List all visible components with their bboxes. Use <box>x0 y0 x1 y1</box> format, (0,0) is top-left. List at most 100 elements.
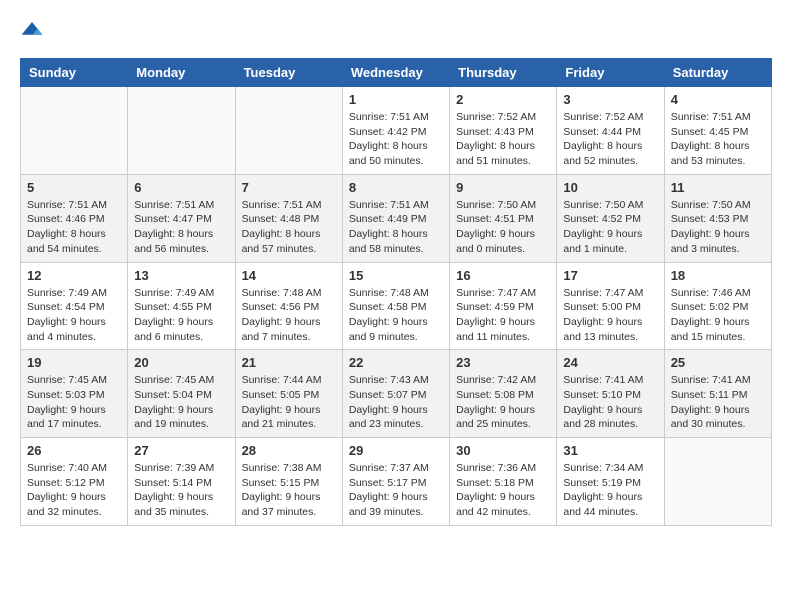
calendar-cell: 25Sunrise: 7:41 AM Sunset: 5:11 PM Dayli… <box>664 350 771 438</box>
calendar-cell: 24 Sunrise: 7:41 AM Sunset: 5:10 PM Dayli… <box>557 350 664 438</box>
logo-icon <box>20 20 44 40</box>
day-info: Sunrise: 7:52 AM Sunset: 4:44 PM Dayligh… <box>563 110 657 169</box>
day-number: 26 <box>27 443 121 458</box>
day-number: 17 <box>563 268 657 283</box>
calendar-cell <box>128 87 235 175</box>
day-number: 3 <box>563 92 657 107</box>
day-info: Sunrise: 7:38 AM Sunset: 5:15 PM Dayligh… <box>242 461 336 520</box>
day-info: Sunrise: 7:50 AM Sunset: 4:52 PM Dayligh… <box>563 198 657 257</box>
calendar-table: SundayMondayTuesdayWednesdayThursdayFrid… <box>20 58 772 526</box>
day-info: Sunrise: 7:34 AM Sunset: 5:19 PM Dayligh… <box>563 461 657 520</box>
calendar-cell: 12 Sunrise: 7:49 AM Sunset: 4:54 PM Dayli… <box>21 262 128 350</box>
calendar-cell: 1 Sunrise: 7:51 AM Sunset: 4:42 PM Daylig… <box>342 87 449 175</box>
col-header-thursday: Thursday <box>450 59 557 87</box>
calendar-cell: 8 Sunrise: 7:51 AM Sunset: 4:49 PM Daylig… <box>342 174 449 262</box>
day-info: Sunrise: 7:51 AM Sunset: 4:47 PM Dayligh… <box>134 198 228 257</box>
day-info: Sunrise: 7:48 AM Sunset: 4:58 PM Dayligh… <box>349 286 443 345</box>
day-number: 6 <box>134 180 228 195</box>
day-number: 27 <box>134 443 228 458</box>
day-number: 10 <box>563 180 657 195</box>
day-number: 16 <box>456 268 550 283</box>
calendar-cell: 15 Sunrise: 7:48 AM Sunset: 4:58 PM Dayli… <box>342 262 449 350</box>
day-info: Sunrise: 7:47 AM Sunset: 5:00 PM Dayligh… <box>563 286 657 345</box>
col-header-tuesday: Tuesday <box>235 59 342 87</box>
calendar-cell: 2 Sunrise: 7:52 AM Sunset: 4:43 PM Daylig… <box>450 87 557 175</box>
day-info: Sunrise: 7:50 AM Sunset: 4:51 PM Dayligh… <box>456 198 550 257</box>
day-number: 24 <box>563 355 657 370</box>
calendar-cell: 18Sunrise: 7:46 AM Sunset: 5:02 PM Dayli… <box>664 262 771 350</box>
page-header <box>20 20 772 42</box>
day-info: Sunrise: 7:40 AM Sunset: 5:12 PM Dayligh… <box>27 461 121 520</box>
calendar-cell: 21 Sunrise: 7:44 AM Sunset: 5:05 PM Dayli… <box>235 350 342 438</box>
day-info: Sunrise: 7:51 AM Sunset: 4:46 PM Dayligh… <box>27 198 121 257</box>
day-info: Sunrise: 7:52 AM Sunset: 4:43 PM Dayligh… <box>456 110 550 169</box>
calendar-cell: 27 Sunrise: 7:39 AM Sunset: 5:14 PM Dayli… <box>128 438 235 526</box>
calendar-cell: 10 Sunrise: 7:50 AM Sunset: 4:52 PM Dayli… <box>557 174 664 262</box>
day-info: Sunrise: 7:46 AM Sunset: 5:02 PM Dayligh… <box>671 286 765 345</box>
day-info: Sunrise: 7:36 AM Sunset: 5:18 PM Dayligh… <box>456 461 550 520</box>
calendar-cell: 22Sunrise: 7:43 AM Sunset: 5:07 PM Dayli… <box>342 350 449 438</box>
day-info: Sunrise: 7:45 AM Sunset: 5:03 PM Dayligh… <box>27 373 121 432</box>
day-number: 13 <box>134 268 228 283</box>
calendar-cell: 5 Sunrise: 7:51 AM Sunset: 4:46 PM Daylig… <box>21 174 128 262</box>
day-info: Sunrise: 7:44 AM Sunset: 5:05 PM Dayligh… <box>242 373 336 432</box>
calendar-cell: 11 Sunrise: 7:50 AM Sunset: 4:53 PM Dayli… <box>664 174 771 262</box>
calendar-cell <box>21 87 128 175</box>
calendar-cell <box>664 438 771 526</box>
day-number: 31 <box>563 443 657 458</box>
day-info: Sunrise: 7:49 AM Sunset: 4:54 PM Dayligh… <box>27 286 121 345</box>
day-info: Sunrise: 7:51 AM Sunset: 4:49 PM Dayligh… <box>349 198 443 257</box>
day-number: 30 <box>456 443 550 458</box>
day-number: 5 <box>27 180 121 195</box>
day-number: 25 <box>671 355 765 370</box>
day-number: 29 <box>349 443 443 458</box>
day-number: 19 <box>27 355 121 370</box>
col-header-friday: Friday <box>557 59 664 87</box>
day-number: 1 <box>349 92 443 107</box>
day-number: 21 <box>242 355 336 370</box>
day-info: Sunrise: 7:48 AM Sunset: 4:56 PM Dayligh… <box>242 286 336 345</box>
day-info: Sunrise: 7:45 AM Sunset: 5:04 PM Dayligh… <box>134 373 228 432</box>
day-number: 15 <box>349 268 443 283</box>
day-info: Sunrise: 7:51 AM Sunset: 4:45 PM Dayligh… <box>671 110 765 169</box>
calendar-cell: 9Sunrise: 7:50 AM Sunset: 4:51 PM Daylig… <box>450 174 557 262</box>
calendar-cell: 14 Sunrise: 7:48 AM Sunset: 4:56 PM Dayli… <box>235 262 342 350</box>
day-number: 14 <box>242 268 336 283</box>
day-number: 12 <box>27 268 121 283</box>
calendar-cell: 26 Sunrise: 7:40 AM Sunset: 5:12 PM Dayli… <box>21 438 128 526</box>
day-number: 2 <box>456 92 550 107</box>
calendar-cell: 7 Sunrise: 7:51 AM Sunset: 4:48 PM Daylig… <box>235 174 342 262</box>
logo <box>20 20 48 42</box>
day-info: Sunrise: 7:49 AM Sunset: 4:55 PM Dayligh… <box>134 286 228 345</box>
col-header-saturday: Saturday <box>664 59 771 87</box>
day-number: 20 <box>134 355 228 370</box>
calendar-cell: 19 Sunrise: 7:45 AM Sunset: 5:03 PM Dayli… <box>21 350 128 438</box>
day-number: 11 <box>671 180 765 195</box>
calendar-cell: 6 Sunrise: 7:51 AM Sunset: 4:47 PM Daylig… <box>128 174 235 262</box>
col-header-sunday: Sunday <box>21 59 128 87</box>
day-info: Sunrise: 7:51 AM Sunset: 4:48 PM Dayligh… <box>242 198 336 257</box>
day-info: Sunrise: 7:50 AM Sunset: 4:53 PM Dayligh… <box>671 198 765 257</box>
calendar-cell: 28 Sunrise: 7:38 AM Sunset: 5:15 PM Dayli… <box>235 438 342 526</box>
calendar-cell: 30 Sunrise: 7:36 AM Sunset: 5:18 PM Dayli… <box>450 438 557 526</box>
calendar-cell: 17 Sunrise: 7:47 AM Sunset: 5:00 PM Dayli… <box>557 262 664 350</box>
day-info: Sunrise: 7:42 AM Sunset: 5:08 PM Dayligh… <box>456 373 550 432</box>
day-info: Sunrise: 7:37 AM Sunset: 5:17 PM Dayligh… <box>349 461 443 520</box>
day-number: 22 <box>349 355 443 370</box>
day-number: 4 <box>671 92 765 107</box>
col-header-monday: Monday <box>128 59 235 87</box>
day-number: 28 <box>242 443 336 458</box>
calendar-cell: 23Sunrise: 7:42 AM Sunset: 5:08 PM Dayli… <box>450 350 557 438</box>
day-info: Sunrise: 7:41 AM Sunset: 5:10 PM Dayligh… <box>563 373 657 432</box>
calendar-cell: 31 Sunrise: 7:34 AM Sunset: 5:19 PM Dayli… <box>557 438 664 526</box>
calendar-cell: 20 Sunrise: 7:45 AM Sunset: 5:04 PM Dayli… <box>128 350 235 438</box>
calendar-cell: 3 Sunrise: 7:52 AM Sunset: 4:44 PM Daylig… <box>557 87 664 175</box>
day-info: Sunrise: 7:47 AM Sunset: 4:59 PM Dayligh… <box>456 286 550 345</box>
calendar-cell: 16 Sunrise: 7:47 AM Sunset: 4:59 PM Dayli… <box>450 262 557 350</box>
day-number: 7 <box>242 180 336 195</box>
day-number: 8 <box>349 180 443 195</box>
calendar-cell: 4 Sunrise: 7:51 AM Sunset: 4:45 PM Daylig… <box>664 87 771 175</box>
day-info: Sunrise: 7:51 AM Sunset: 4:42 PM Dayligh… <box>349 110 443 169</box>
calendar-cell: 13 Sunrise: 7:49 AM Sunset: 4:55 PM Dayli… <box>128 262 235 350</box>
day-info: Sunrise: 7:39 AM Sunset: 5:14 PM Dayligh… <box>134 461 228 520</box>
